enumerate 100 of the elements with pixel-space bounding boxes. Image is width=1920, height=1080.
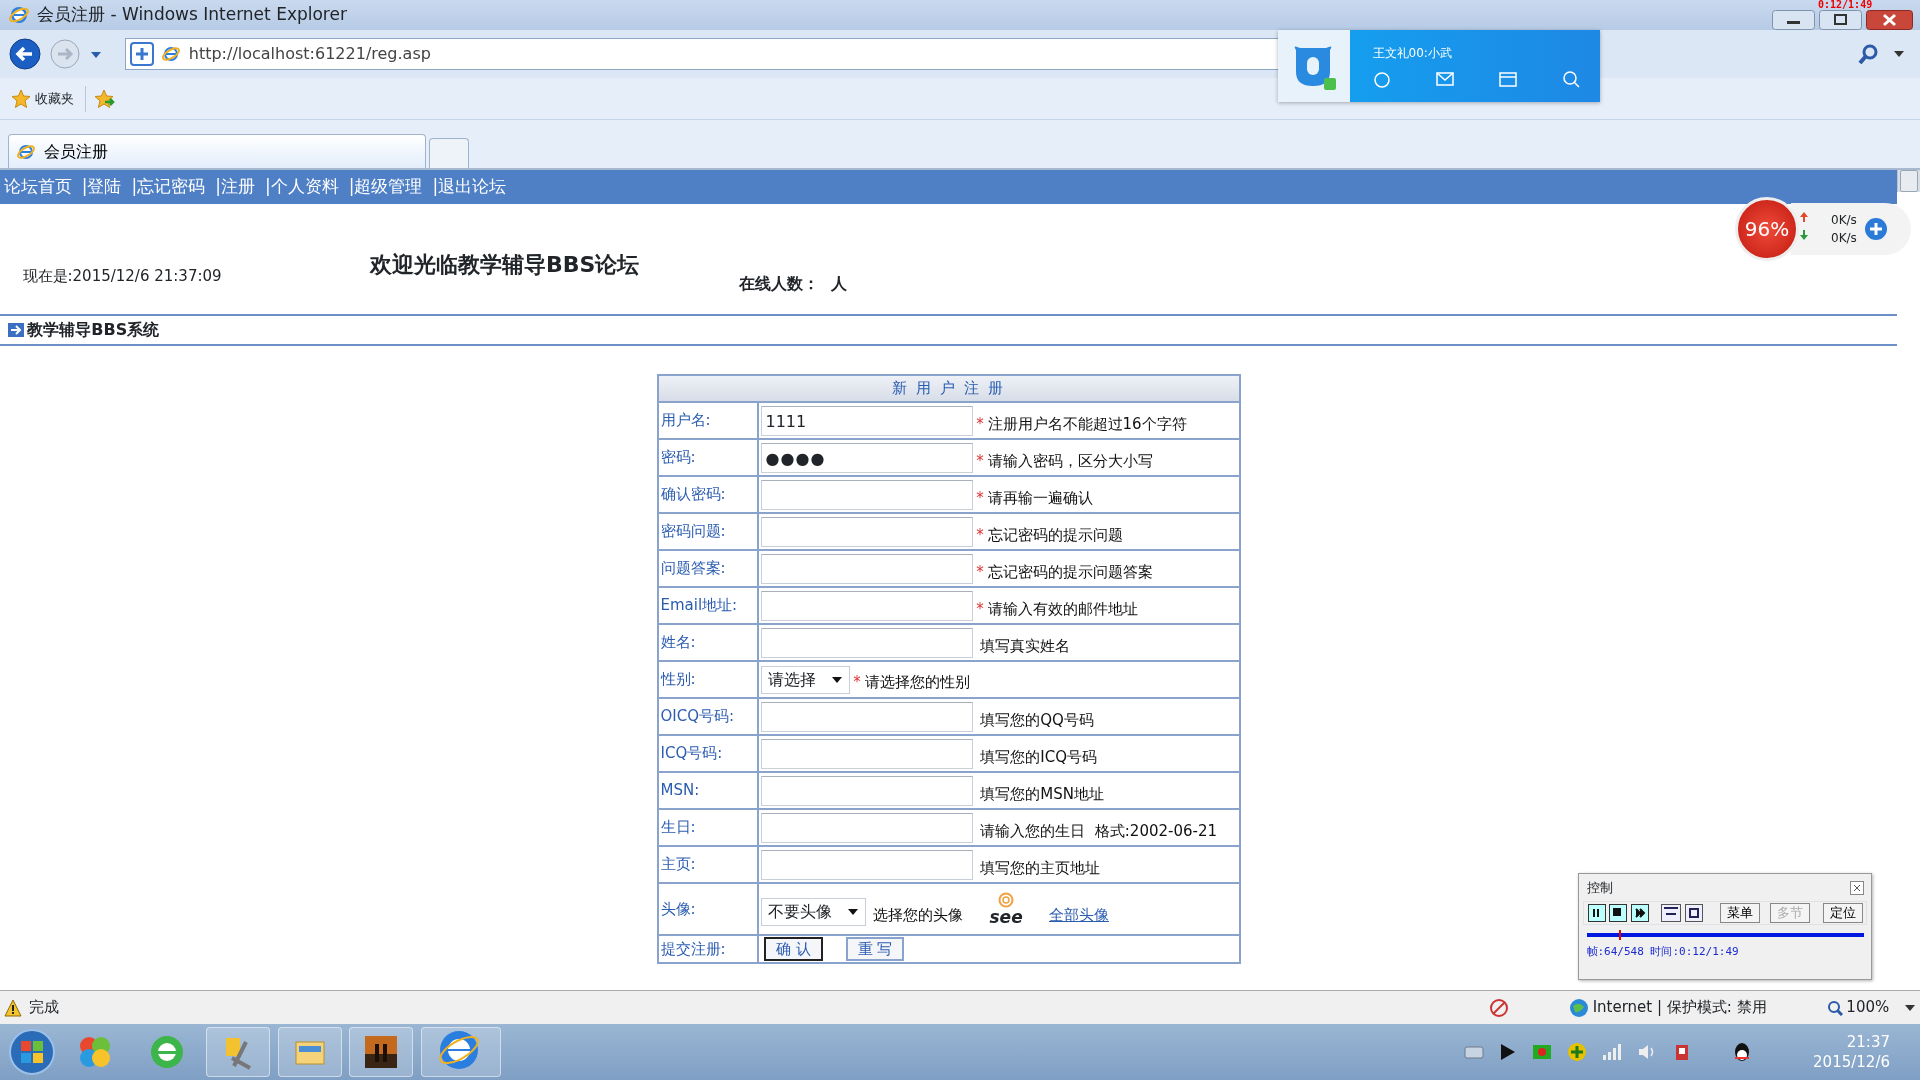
next-button[interactable] — [1631, 904, 1649, 922]
recording-timer: 0:12/1:49 — [1818, 0, 1873, 10]
input-field[interactable] — [760, 590, 973, 621]
dropdown[interactable]: 请选择 — [760, 665, 850, 694]
signal-icon[interactable] — [1602, 1042, 1623, 1062]
nav-link[interactable]: |退出论坛 — [432, 174, 507, 200]
window-icon[interactable] — [1498, 69, 1517, 88]
dropdown[interactable]: 不要头像 — [760, 898, 866, 926]
scrollbar-thumb[interactable] — [1900, 170, 1918, 192]
search-icon[interactable] — [1858, 44, 1878, 64]
clock-time: 21:37 — [1846, 1032, 1890, 1052]
panel-button[interactable]: 菜单 — [1720, 903, 1761, 923]
restore-button[interactable] — [1818, 10, 1862, 30]
required-mark: * — [976, 414, 984, 435]
nav-link[interactable]: |登陆 — [81, 174, 122, 200]
field-label: 性别: — [657, 661, 758, 698]
field-label: 提交注册: — [657, 935, 758, 963]
field-hint: 选择您的头像 — [873, 904, 964, 926]
cpu-usage-badge: 96% — [1735, 197, 1799, 261]
playhead[interactable] — [1618, 929, 1621, 940]
start-button[interactable] — [7, 1028, 56, 1076]
field-label: 用户名: — [657, 402, 758, 439]
stop-button[interactable] — [1609, 904, 1628, 922]
required-mark: * — [976, 525, 984, 546]
field-hint: 填写您的QQ号码 — [980, 710, 1094, 731]
nav-link[interactable]: 论坛首页 — [3, 174, 72, 200]
zoom-button[interactable]: 100% — [1826, 996, 1890, 1019]
recorder-icon[interactable] — [1532, 1042, 1553, 1062]
field-hint: 请输入密码，区分大小写 — [987, 451, 1153, 472]
progress-track[interactable] — [1586, 932, 1864, 937]
page-icon — [161, 44, 182, 64]
forward-button[interactable] — [49, 38, 81, 70]
caret-icon — [846, 907, 859, 917]
input-field[interactable] — [760, 479, 973, 510]
search-icon[interactable] — [1561, 69, 1580, 88]
form-button[interactable]: 重 写 — [845, 937, 905, 961]
nav-link[interactable]: |超级管理 — [348, 174, 423, 200]
panel-button[interactable]: 定位 — [1822, 903, 1863, 923]
all-avatars-link[interactable]: 全部头像 — [1048, 903, 1109, 926]
field-label: ICQ号码: — [657, 735, 758, 772]
field-label: 姓名: — [657, 624, 758, 661]
field-label: 确认密码: — [657, 476, 758, 513]
form-button[interactable]: 确 认 — [764, 937, 824, 961]
plus-icon[interactable] — [1567, 1042, 1588, 1062]
field-hint: 填写真实姓名 — [980, 636, 1071, 657]
input-field[interactable] — [760, 775, 973, 806]
input-field[interactable]: ●●●● — [760, 442, 973, 473]
field-label: 问题答案: — [657, 550, 758, 587]
close-button[interactable] — [1849, 880, 1864, 895]
new-tab-button[interactable] — [429, 138, 470, 168]
field-label: 主页: — [657, 846, 758, 883]
input-field[interactable] — [760, 738, 973, 769]
field-hint: 忘记密码的提示问题答案 — [987, 562, 1153, 583]
close-button[interactable] — [1865, 10, 1913, 30]
field-label: 头像: — [657, 883, 758, 935]
clock-date: 2015/12/6 — [1813, 1052, 1890, 1072]
add-button[interactable] — [1864, 217, 1889, 241]
field-label: 密码: — [657, 439, 758, 476]
nav-link[interactable]: |注册 — [215, 174, 255, 200]
online-count-text: 在线人数： 人 — [739, 273, 847, 295]
minimize-button[interactable] — [1772, 10, 1815, 30]
field-hint: 填写您的主页地址 — [980, 858, 1101, 879]
fit-view-button[interactable] — [1660, 904, 1681, 922]
favorites-button[interactable]: 收藏夹 — [7, 84, 78, 113]
required-mark: * — [976, 488, 984, 509]
warning-icon — [3, 998, 22, 1017]
add-favorite-icon[interactable] — [93, 88, 116, 109]
nav-link[interactable]: |忘记密码 — [131, 174, 206, 200]
input-field[interactable] — [760, 849, 973, 880]
field-hint: 请输入您的生日 格式:2002-06-21 — [980, 821, 1217, 842]
browser-tab[interactable]: 会员注册 — [7, 134, 426, 168]
field-hint: 请再输一遍确认 — [987, 488, 1093, 509]
avatar-image-text: see — [989, 908, 1023, 926]
mail-icon[interactable] — [1435, 69, 1454, 88]
input-field[interactable] — [760, 516, 973, 547]
input-field[interactable] — [760, 701, 973, 732]
field-label: OICQ号码: — [657, 698, 758, 735]
upload-speed: 0K/s — [1831, 212, 1857, 229]
input-field[interactable]: 1111 — [760, 405, 973, 436]
required-mark: * — [976, 599, 984, 620]
blocked-icon[interactable] — [1488, 997, 1509, 1018]
form-title: 新 用 户 注 册 — [657, 375, 1240, 402]
forum-title: 欢迎光临教学辅导BBS论坛 — [370, 250, 640, 279]
input-field[interactable] — [760, 627, 973, 658]
upload-arrow-icon — [1798, 211, 1809, 223]
field-label: MSN: — [657, 772, 758, 809]
field-label: 密码问题: — [657, 513, 758, 550]
field-hint: 忘记密码的提示问题 — [987, 525, 1123, 546]
input-field[interactable] — [760, 812, 973, 843]
fullscreen-button[interactable] — [1684, 904, 1703, 922]
window-title: 会员注册 - Windows Internet Explorer — [37, 3, 347, 27]
nav-link[interactable]: |个人资料 — [264, 174, 339, 200]
field-hint: 请输入有效的邮件地址 — [987, 599, 1138, 620]
keyboard-icon[interactable] — [1464, 1043, 1485, 1061]
input-field[interactable] — [760, 553, 973, 584]
playback-info: 帧:64/548 时间:0:12/1:49 — [1585, 944, 1740, 960]
add-site-icon[interactable] — [129, 42, 154, 66]
back-button[interactable] — [7, 37, 42, 71]
pause-button[interactable] — [1587, 904, 1606, 922]
arrow-icon — [7, 323, 24, 337]
